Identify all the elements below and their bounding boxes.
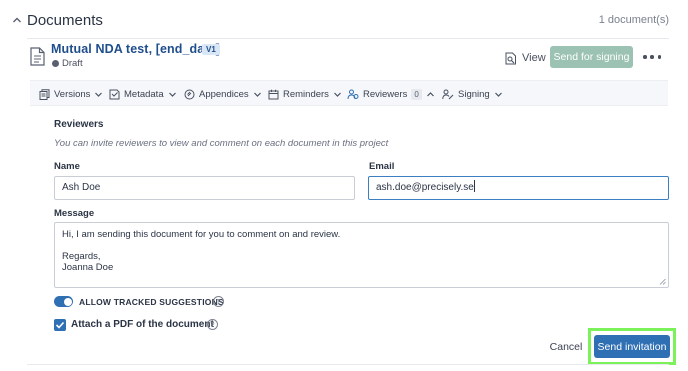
status-dot-icon	[52, 60, 59, 67]
calendar-icon	[268, 89, 279, 99]
documents-section-header[interactable]: Documents 1 document(s)	[0, 0, 688, 40]
message-label: Message	[54, 208, 95, 219]
message-textarea[interactable]: Hi, I am sending this document for you t…	[54, 222, 669, 288]
tab-reviewers[interactable]: Reviewers 0	[347, 86, 435, 102]
name-input[interactable]: Ash Doe	[54, 176, 355, 200]
reviewers-panel: Reviewers You can invite reviewers to vi…	[30, 106, 676, 365]
reviewers-icon	[347, 89, 359, 99]
section-title: Documents	[27, 12, 103, 29]
document-toolbar: Versions Metadata Appendices Reminders R…	[30, 80, 668, 106]
chevron-down-icon	[95, 92, 103, 97]
send-invitation-button[interactable]: Send invitation	[594, 335, 670, 358]
message-line: Joanna Doe	[62, 262, 114, 273]
tab-label: Reminders	[283, 88, 329, 100]
send-for-signing-button[interactable]: Send for signing	[550, 46, 633, 68]
toggle-knob	[63, 297, 72, 306]
text-caret	[473, 180, 475, 192]
tracked-suggestions-label: ALLOW TRACKED SUGGESTIONS	[79, 297, 224, 307]
divider	[27, 364, 669, 365]
panel-heading: Reviewers	[54, 119, 104, 130]
tab-signing[interactable]: Signing	[442, 86, 503, 102]
tracked-suggestions-toggle[interactable]	[54, 296, 73, 307]
help-icon[interactable]: ?	[213, 296, 224, 307]
document-status: Draft	[62, 58, 83, 69]
reviewers-count-badge: 0	[411, 88, 422, 100]
message-line	[62, 240, 661, 251]
tab-appendices[interactable]: Appendices	[184, 86, 262, 102]
document-count: 1 document(s)	[598, 14, 669, 26]
attach-pdf-checkbox[interactable]	[54, 319, 66, 331]
email-value: ash.doe@precisely.se	[376, 182, 474, 193]
divider	[27, 38, 669, 39]
tab-label: Reviewers	[363, 88, 408, 100]
view-label: View	[522, 52, 546, 64]
tab-label: Signing	[458, 88, 490, 100]
tab-reminders[interactable]: Reminders	[268, 86, 342, 102]
message-line: Hi, I am sending this document for you t…	[62, 229, 341, 240]
more-options-icon[interactable]	[643, 49, 661, 65]
message-line: Regards,	[62, 251, 101, 262]
tab-label: Metadata	[124, 88, 164, 100]
cancel-button[interactable]: Cancel	[544, 338, 588, 356]
version-badge: V1	[202, 44, 220, 55]
help-icon[interactable]: ?	[207, 319, 218, 330]
signing-icon	[442, 89, 454, 99]
chevron-up-icon	[426, 91, 434, 96]
versions-icon	[39, 88, 50, 100]
metadata-icon	[109, 89, 120, 99]
chevron-down-icon	[168, 92, 176, 97]
paperclip-icon	[184, 89, 195, 99]
tab-label: Versions	[54, 88, 91, 100]
document-icon	[30, 47, 45, 66]
name-label: Name	[54, 161, 80, 172]
chevron-down-icon	[494, 92, 502, 97]
chevron-down-icon	[253, 92, 261, 97]
document-title[interactable]: Mutual NDA test, [end_date]	[51, 42, 220, 56]
attach-pdf-label: Attach a PDF of the document	[71, 319, 214, 330]
chevron-up-icon[interactable]	[12, 15, 22, 25]
checkmark-icon	[55, 321, 65, 329]
email-input[interactable]: ash.doe@precisely.se	[368, 176, 669, 200]
chevron-down-icon	[334, 92, 341, 97]
tab-versions[interactable]: Versions	[39, 86, 103, 102]
view-button[interactable]: View	[505, 50, 546, 66]
resize-grip-icon[interactable]	[659, 278, 666, 285]
tab-label: Appendices	[199, 88, 249, 100]
tab-metadata[interactable]: Metadata	[109, 86, 177, 102]
email-label: Email	[369, 161, 395, 172]
view-icon	[505, 52, 516, 64]
panel-description: You can invite reviewers to view and com…	[54, 138, 389, 149]
